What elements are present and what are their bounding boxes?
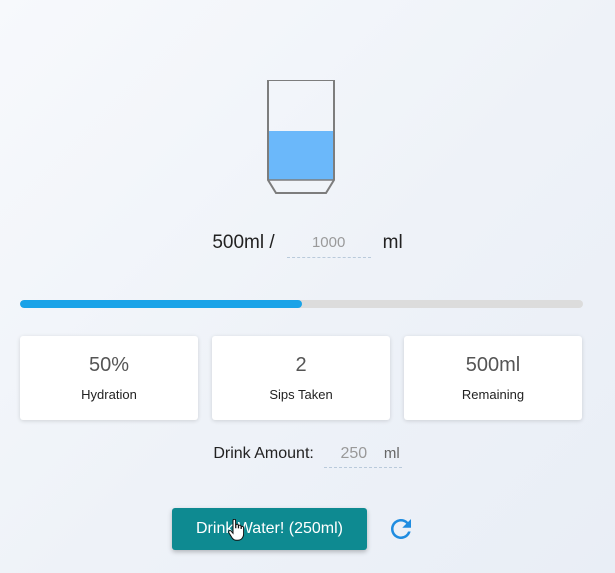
- refresh-icon: [391, 519, 411, 539]
- goal-unit: ml: [382, 232, 403, 253]
- reset-button[interactable]: [386, 514, 416, 544]
- stat-value: 2: [295, 354, 307, 376]
- drink-amount-row: Drink Amount: ml: [0, 440, 615, 468]
- drink-water-button[interactable]: Drink Water! (250ml): [172, 508, 367, 550]
- water-glass: [267, 80, 335, 194]
- drink-amount-unit: ml: [383, 445, 400, 462]
- goal-row: 500ml / ml: [0, 228, 615, 258]
- stat-label: Hydration: [81, 387, 137, 402]
- hydration-progress-fill: [20, 300, 302, 308]
- stat-card-remaining: 500ml Remaining: [404, 336, 582, 420]
- stat-value: 50%: [88, 354, 130, 376]
- daily-goal-input[interactable]: [286, 228, 371, 258]
- drink-amount-label: Drink Amount:: [213, 445, 314, 462]
- drink-amount-input[interactable]: [323, 440, 384, 467]
- stat-value: 500ml: [465, 354, 521, 376]
- hydration-progress-bar: [20, 300, 583, 308]
- glass-icon: [267, 80, 335, 194]
- stat-label: Remaining: [461, 387, 525, 402]
- drink-amount-field: ml: [323, 440, 402, 468]
- glass-water: [269, 131, 333, 180]
- current-intake-label: 500ml /: [212, 232, 275, 253]
- stat-card-hydration: 50% Hydration: [20, 336, 198, 420]
- stat-label: Sips Taken: [269, 387, 333, 402]
- stat-card-sips: 2 Sips Taken: [212, 336, 390, 420]
